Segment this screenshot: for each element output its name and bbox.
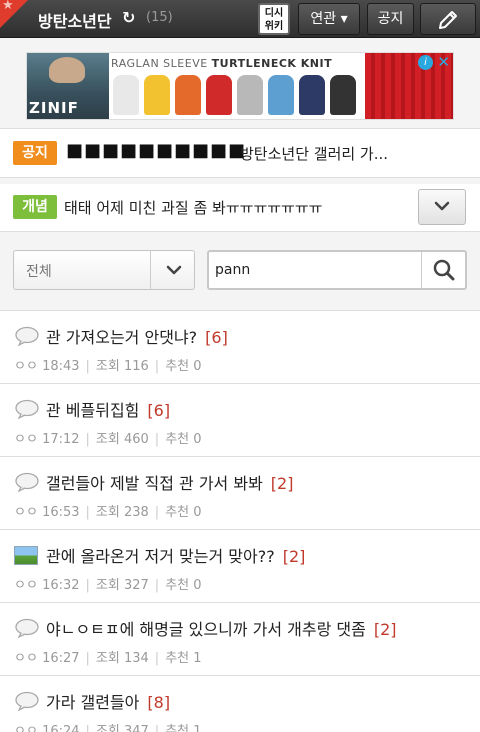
notice-masked-text: ■■■■■■■■■■ bbox=[66, 140, 247, 161]
ad-close-icon[interactable]: ✕ bbox=[437, 53, 450, 71]
headword-text: 태태 어제 미친 과질 좀 봐ㅠㅠㅠㅠㅠㅠㅠ bbox=[64, 199, 323, 217]
dcwiki-button[interactable]: 디시 위키 bbox=[258, 3, 290, 35]
search-scope-select[interactable]: 전체 bbox=[13, 250, 195, 290]
comment-count: [2] bbox=[270, 474, 294, 493]
comment-count: [8] bbox=[147, 693, 171, 712]
ad-sweater bbox=[144, 75, 170, 115]
refresh-icon[interactable]: ↻ bbox=[122, 8, 135, 27]
chevron-down-icon bbox=[434, 201, 450, 211]
post-meta: ㅇㅇ 17:12 | 조회 460 | 추천 0 bbox=[14, 432, 202, 447]
post-views: 조회 116 bbox=[95, 359, 149, 374]
post-time: 16:27 bbox=[42, 651, 80, 666]
wiki-label-bottom: 위키 bbox=[264, 21, 284, 32]
author-name: ㅇㅇ bbox=[14, 359, 38, 374]
post-item[interactable]: 관 베플뒤집힘 [6] ㅇㅇ 17:12 | 조회 460 | 추천 0 bbox=[0, 383, 480, 456]
comment-count: [6] bbox=[205, 328, 228, 347]
search-input[interactable] bbox=[215, 258, 415, 282]
speech-bubble-icon bbox=[15, 399, 39, 419]
ad-info-icon[interactable]: i bbox=[418, 55, 433, 70]
write-button[interactable] bbox=[420, 3, 476, 35]
search-area: 전체 bbox=[0, 236, 480, 306]
post-list: 관 가져오는거 안댓냐? [6] ㅇㅇ 18:43 | 조회 116 | 추천 0 관 베플뒤… bbox=[0, 310, 480, 732]
speech-bubble-icon bbox=[15, 618, 39, 638]
chevron-down-icon bbox=[166, 265, 182, 275]
ad-sweater bbox=[175, 75, 201, 115]
ad-banner[interactable]: ZINIF RAGLAN SLEEVE TURTLENECK KNIT i ✕ bbox=[26, 52, 454, 120]
ad-sweater bbox=[113, 75, 139, 115]
post-meta: ㅇㅇ 16:53 | 조회 238 | 추천 0 bbox=[14, 505, 202, 520]
post-time: 18:43 bbox=[42, 359, 80, 374]
speech-bubble-icon bbox=[15, 326, 39, 346]
post-time: 17:12 bbox=[42, 432, 80, 447]
comment-count: [2] bbox=[282, 547, 306, 566]
author-name: ㅇㅇ bbox=[14, 432, 38, 447]
headword-row[interactable]: 개념 태태 어제 미친 과질 좀 봐ㅠㅠㅠㅠㅠㅠㅠ bbox=[0, 184, 480, 232]
post-meta: ㅇㅇ 16:32 | 조회 327 | 추천 0 bbox=[14, 578, 202, 593]
wiki-label-top: 디시 bbox=[264, 8, 284, 19]
post-time: 16:32 bbox=[42, 578, 80, 593]
search-box bbox=[207, 250, 467, 290]
post-views: 조회 347 bbox=[95, 724, 149, 732]
star-icon[interactable]: ★ bbox=[2, 0, 14, 13]
post-title[interactable]: 가라 갤련들아 [8] bbox=[46, 689, 170, 713]
post-meta: ㅇㅇ 18:43 | 조회 116 | 추천 0 bbox=[14, 359, 202, 374]
ad-sweater bbox=[206, 75, 232, 115]
post-title[interactable]: 갤런들아 제발 직접 관 가서 봐봐 [2] bbox=[46, 470, 293, 494]
post-views: 조회 238 bbox=[95, 505, 149, 520]
search-button[interactable] bbox=[421, 252, 465, 288]
ad-sweater bbox=[237, 75, 263, 115]
comment-count: [6] bbox=[147, 401, 171, 420]
author-name: ㅇㅇ bbox=[14, 651, 38, 666]
image-icon bbox=[14, 546, 38, 565]
post-item[interactable]: 관에 올라온거 저거 맞는거 맞아?? [2] ㅇㅇ 16:32 | 조회 327 | 추천… bbox=[0, 529, 480, 602]
author-name: ㅇㅇ bbox=[14, 724, 38, 732]
ad-sweater bbox=[299, 75, 325, 115]
gallery-count: (15) bbox=[146, 10, 173, 25]
notice-badge: 공지 bbox=[13, 141, 57, 165]
speech-bubble-icon bbox=[15, 691, 39, 711]
post-item[interactable]: 야ㄴㅇㅌㅍ에 해명글 있으니까 가서 개추랑 댓좀 [2] ㅇㅇ 16:27 | 조회 … bbox=[0, 602, 480, 675]
headword-badge: 개념 bbox=[13, 195, 57, 219]
post-votes: 추천 0 bbox=[165, 432, 202, 447]
ad-sweater bbox=[330, 75, 356, 115]
post-item[interactable]: 관 가져오는거 안댓냐? [6] ㅇㅇ 18:43 | 조회 116 | 추천 0 bbox=[0, 310, 480, 383]
author-name: ㅇㅇ bbox=[14, 505, 38, 520]
post-meta: ㅇㅇ 16:27 | 조회 134 | 추천 1 bbox=[14, 651, 202, 666]
author-name: ㅇㅇ bbox=[14, 578, 38, 593]
post-title[interactable]: 관 가져오는거 안댓냐? [6] bbox=[46, 324, 228, 348]
notice-button[interactable]: 공지 bbox=[367, 3, 414, 35]
comment-count: [2] bbox=[373, 620, 397, 639]
post-votes: 추천 0 bbox=[165, 359, 202, 374]
speech-bubble-icon bbox=[15, 472, 39, 492]
post-views: 조회 327 bbox=[95, 578, 149, 593]
ad-model-image: ZINIF bbox=[27, 53, 109, 119]
ad-headline: RAGLAN SLEEVE TURTLENECK KNIT bbox=[111, 57, 333, 70]
headword-dropdown-button[interactable] bbox=[418, 189, 466, 225]
post-views: 조회 460 bbox=[95, 432, 149, 447]
post-time: 16:24 bbox=[42, 724, 80, 732]
ad-sweater bbox=[268, 75, 294, 115]
pencil-icon bbox=[439, 11, 457, 29]
post-title[interactable]: 야ㄴㅇㅌㅍ에 해명글 있으니까 가서 개추랑 댓좀 [2] bbox=[46, 616, 397, 640]
ad-brand: ZINIF bbox=[29, 99, 79, 117]
post-meta: ㅇㅇ 16:24 | 조회 347 | 추천 1 bbox=[14, 720, 202, 732]
gallery-title[interactable]: 방탄소년단 bbox=[38, 8, 112, 32]
top-header: ★ 방탄소년단 ↻ (15) 디시 위키 연관 ▾ 공지 bbox=[0, 0, 480, 38]
post-votes: 추천 1 bbox=[165, 651, 202, 666]
post-votes: 추천 1 bbox=[165, 724, 202, 732]
post-votes: 추천 0 bbox=[165, 505, 202, 520]
post-time: 16:53 bbox=[42, 505, 80, 520]
search-scope-value: 전체 bbox=[26, 264, 52, 280]
related-button[interactable]: 연관 ▾ bbox=[298, 3, 360, 35]
post-votes: 추천 0 bbox=[165, 578, 202, 593]
post-item[interactable]: 가라 갤련들아 [8] ㅇㅇ 16:24 | 조회 347 | 추천 1 bbox=[0, 675, 480, 732]
notice-title: 방탄소년단 갤러리 가... bbox=[240, 145, 389, 163]
post-title[interactable]: 관 베플뒤집힘 [6] bbox=[46, 397, 170, 421]
post-views: 조회 134 bbox=[95, 651, 149, 666]
post-item[interactable]: 갤런들아 제발 직접 관 가서 봐봐 [2] ㅇㅇ 16:53 | 조회 238 | 추천 … bbox=[0, 456, 480, 529]
notice-row[interactable]: 공지 ■■■■■■■■■■ 방탄소년단 갤러리 가... bbox=[0, 128, 480, 178]
search-icon bbox=[433, 259, 455, 281]
post-title[interactable]: 관에 올라온거 저거 맞는거 맞아?? [2] bbox=[46, 543, 305, 567]
